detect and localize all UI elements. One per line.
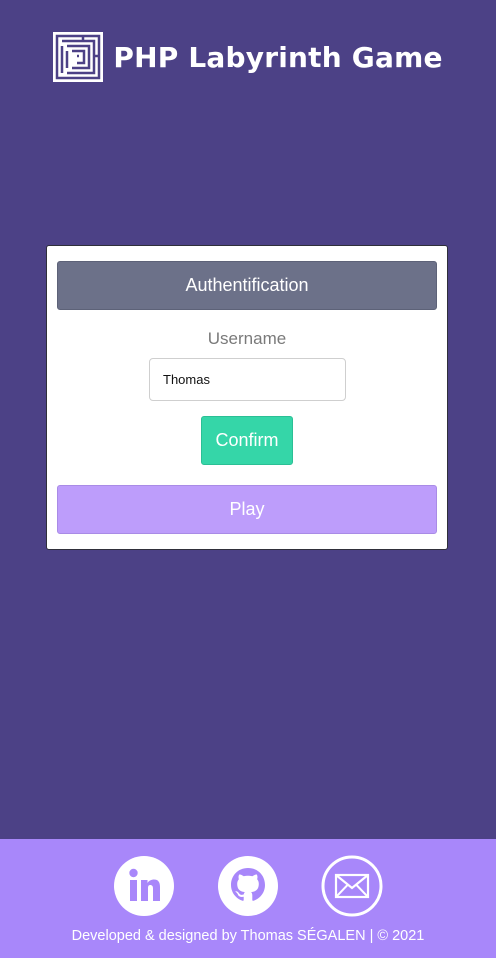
- app-header: PHP Labyrinth Game: [0, 31, 496, 83]
- app-title: PHP Labyrinth Game: [113, 40, 443, 74]
- play-button[interactable]: Play: [57, 485, 437, 534]
- auth-card: Authentification Username Confirm Play: [46, 245, 448, 550]
- auth-header: Authentification: [57, 261, 437, 310]
- github-icon[interactable]: [217, 855, 279, 917]
- username-label: Username: [207, 329, 287, 348]
- maze-icon: [53, 32, 104, 82]
- mail-icon[interactable]: [321, 855, 383, 917]
- footer: Developed & designed by Thomas SÉGALEN |…: [0, 839, 496, 958]
- username-input[interactable]: [149, 358, 346, 401]
- confirm-button[interactable]: Confirm: [201, 416, 293, 465]
- linkedin-icon[interactable]: [113, 855, 175, 917]
- social-links: [0, 855, 496, 917]
- credits-text: Developed & designed by Thomas SÉGALEN |…: [71, 928, 425, 944]
